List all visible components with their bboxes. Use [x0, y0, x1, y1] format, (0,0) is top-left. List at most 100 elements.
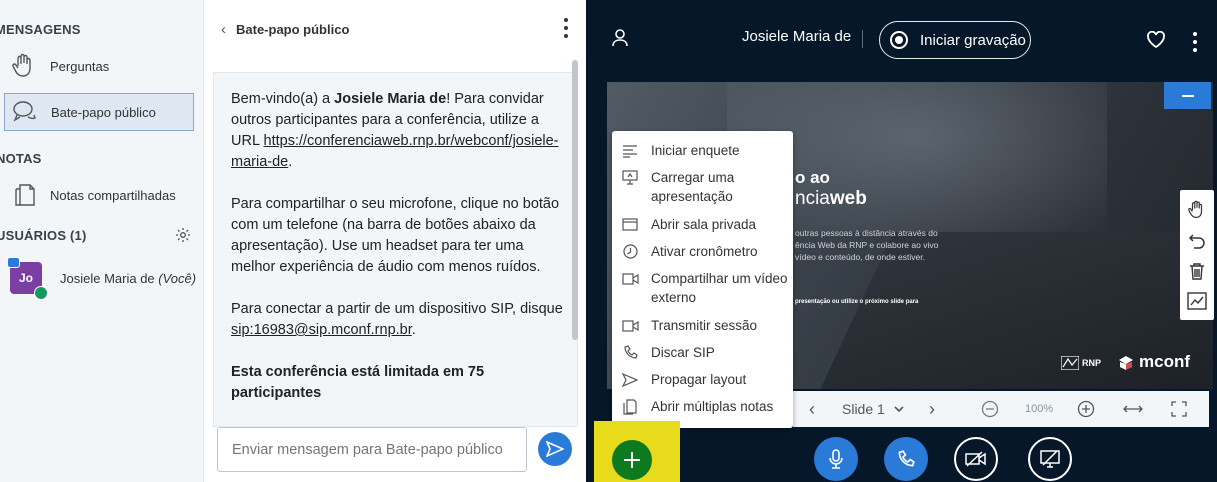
- sip-message: Para conectar a partir de um dispositivo…: [231, 301, 563, 338]
- user-name: Josiele Maria de: [60, 270, 155, 286]
- menu-item-upload-presentation[interactable]: Carregar uma apresentação: [620, 168, 792, 206]
- record-icon: [890, 31, 908, 49]
- menu-item-start-poll[interactable]: Iniciar enquete: [620, 141, 792, 160]
- notes-icon: [10, 181, 38, 209]
- user-list-toggle-icon[interactable]: [612, 29, 628, 47]
- upload-presentation-icon: [620, 168, 640, 187]
- user-list-item[interactable]: Jo Josiele Maria de (Você): [7, 257, 198, 300]
- screen-share-off-icon: [1040, 450, 1060, 468]
- hand-icon: [10, 52, 38, 80]
- zoom-out-icon: [981, 400, 999, 418]
- next-slide-button[interactable]: ›: [929, 399, 935, 420]
- menu-item-dial-sip[interactable]: Discar SIP: [620, 343, 792, 362]
- phone-icon: [620, 343, 640, 362]
- limit-message: Esta conferência está limitada em 75 par…: [231, 364, 485, 401]
- avatar: Jo: [7, 257, 48, 300]
- minus-icon: [1181, 94, 1194, 97]
- zoom-in-icon: [1077, 400, 1095, 418]
- slide-heading: o ao: [795, 168, 830, 187]
- menu-item-external-video[interactable]: Compartilhar um vídeo externo: [620, 269, 792, 307]
- breakout-room-icon: [620, 215, 640, 234]
- fit-width-icon: [1123, 405, 1143, 413]
- camera-button[interactable]: [954, 437, 998, 481]
- menu-item-timer[interactable]: Ativar cronômetro: [620, 242, 792, 261]
- menu-item-propagate-layout[interactable]: Propagar layout: [620, 370, 792, 389]
- sidebar-item-shared-notes[interactable]: Notas compartilhadas: [4, 176, 194, 214]
- chat-scrollbar[interactable]: [572, 60, 578, 340]
- chat-messages: Bem-vindo(a) a Josiele Maria de! Para co…: [213, 72, 578, 427]
- gear-icon[interactable]: [175, 227, 191, 243]
- phone-icon: [898, 450, 915, 467]
- actions-menu: Iniciar enquete Carregar uma apresentaçã…: [612, 131, 793, 428]
- presenter-badge-icon: [7, 257, 20, 268]
- chat-icon: [11, 98, 39, 126]
- undo-icon[interactable]: [1188, 232, 1206, 250]
- mic-status-icon: [34, 286, 48, 300]
- audio-phone-button[interactable]: [884, 437, 928, 481]
- chat-panel: ‹ Bate-papo público Bem-vindo(a) a Josie…: [205, 0, 585, 482]
- chat-title[interactable]: Bate-papo público: [236, 22, 349, 37]
- sip-link[interactable]: sip:16983@sip.mconf.rnp.br: [231, 322, 412, 338]
- send-message-button[interactable]: [538, 432, 572, 466]
- camera-off-icon: [965, 451, 986, 467]
- sidebar-item-questions[interactable]: Perguntas: [4, 47, 194, 85]
- poll-icon: [620, 141, 640, 160]
- invite-link[interactable]: https://conferenciaweb.rnp.br/webconf/jo…: [231, 133, 559, 170]
- sidebar-item-label: Bate-papo público: [51, 104, 156, 120]
- zoom-in-button[interactable]: [1077, 400, 1095, 418]
- chat-message-input[interactable]: [217, 427, 527, 472]
- zoom-level: 100%: [1025, 403, 1054, 415]
- slide-text: ência Web da RNP e colabore ao vivo: [795, 240, 939, 250]
- microphone-icon: [829, 449, 843, 469]
- microphone-button[interactable]: [814, 437, 858, 481]
- heart-icon[interactable]: [1146, 31, 1166, 49]
- chevron-left-icon[interactable]: ‹: [221, 21, 226, 38]
- slide-navigation-bar: ‹ Slide 1 › 100%: [793, 391, 1209, 427]
- welcome-message: Bem-vindo(a) a Josiele Maria de! Para co…: [231, 91, 559, 170]
- users-section-title: USUÁRIOS (1): [0, 228, 87, 243]
- sidebar: MENSAGENS Perguntas Bate-papo público NO…: [0, 0, 204, 482]
- more-options-icon[interactable]: [563, 18, 569, 38]
- layout-icon: [620, 370, 640, 389]
- screen-share-button[interactable]: [1028, 437, 1072, 481]
- actions-button[interactable]: [612, 440, 652, 480]
- slide-note: presentação ou utilize o próximo slide p…: [795, 299, 919, 305]
- user-self-tag: (Você): [158, 270, 197, 286]
- fit-width-button[interactable]: [1123, 404, 1143, 414]
- mconf-logo: mconf: [1117, 352, 1190, 372]
- sidebar-item-public-chat[interactable]: Bate-papo público: [4, 93, 194, 131]
- rnp-logo-icon: [1061, 356, 1079, 370]
- slide-selector[interactable]: Slide 1: [842, 401, 904, 417]
- chevron-down-icon: [894, 405, 904, 412]
- fullscreen-button[interactable]: [1171, 401, 1187, 417]
- fullscreen-icon: [1171, 401, 1187, 417]
- notes-section-title: NOTAS: [0, 151, 42, 166]
- external-video-icon: [620, 269, 640, 288]
- minimize-presentation-button[interactable]: [1164, 82, 1211, 109]
- chat-header: ‹ Bate-papo público: [221, 14, 573, 44]
- sidebar-item-label: Notas compartilhadas: [50, 187, 176, 203]
- mic-help-message: Para compartilhar o seu microfone, cliqu…: [231, 196, 560, 275]
- plus-icon: [624, 452, 640, 468]
- slide-text: outras pessoas à distância através do: [795, 228, 938, 238]
- send-icon: [546, 441, 564, 457]
- meeting-title: Josiele Maria de: [742, 28, 852, 45]
- stream-icon: [620, 316, 640, 335]
- hand-tool-icon[interactable]: [1188, 200, 1206, 220]
- options-menu-icon[interactable]: [1192, 32, 1198, 52]
- menu-item-stream-session[interactable]: Transmitir sessão: [620, 316, 792, 335]
- rnp-logo: RNP: [1061, 356, 1101, 370]
- menu-item-breakout-room[interactable]: Abrir sala privada: [620, 215, 792, 234]
- messages-section-title: MENSAGENS: [0, 22, 81, 37]
- whiteboard-toolbar: [1180, 190, 1214, 320]
- mconf-logo-icon: [1119, 356, 1133, 370]
- multi-user-whiteboard-icon[interactable]: [1187, 292, 1207, 310]
- zoom-out-button[interactable]: [981, 400, 999, 418]
- previous-slide-button[interactable]: ‹: [809, 399, 815, 420]
- divider: [862, 30, 863, 48]
- slide-text: vídeo e conteúdo, de onde estiver.: [795, 252, 925, 262]
- trash-icon[interactable]: [1189, 262, 1205, 280]
- sidebar-item-label: Perguntas: [50, 58, 110, 74]
- start-recording-button[interactable]: Iniciar gravação: [879, 21, 1031, 59]
- menu-item-multiple-notes[interactable]: Abrir múltiplas notas: [620, 397, 792, 416]
